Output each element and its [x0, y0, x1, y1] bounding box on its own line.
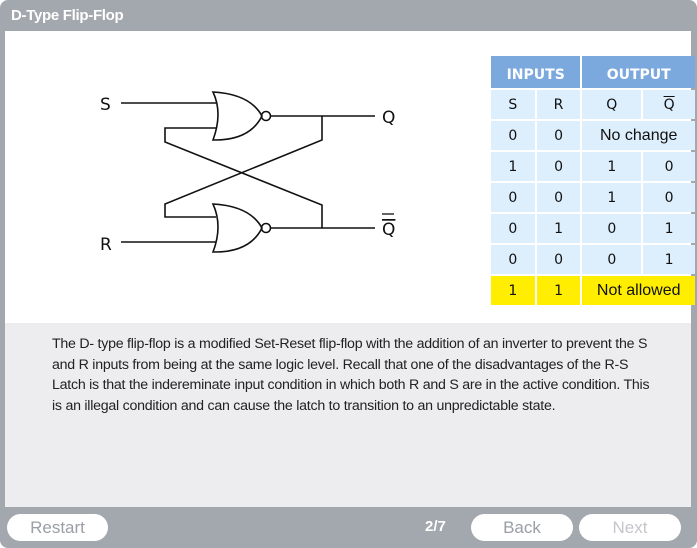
column-header-row: S R Q Q — [491, 90, 695, 119]
cell-r: 0 — [536, 121, 581, 150]
cell-no-change: No change — [582, 121, 695, 150]
header-output: OUTPUT — [582, 56, 695, 88]
cell-q: 1 — [582, 152, 642, 181]
table-row: 0 1 0 1 — [491, 214, 695, 243]
cell-qbar: 0 — [643, 152, 695, 181]
header-inputs: INPUTS — [491, 56, 581, 88]
cell-s: 0 — [491, 121, 535, 150]
window-frame: D-Type Flip-Flop S R Q Q INPUTS OUTPUT S… — [0, 0, 697, 548]
nor-gate-top — [211, 91, 263, 141]
label-s: S — [100, 95, 111, 115]
table-row: 1 0 1 0 — [491, 152, 695, 181]
feedback-wire-2 — [164, 116, 323, 218]
label-r: R — [100, 235, 112, 255]
label-q: Q — [382, 108, 395, 128]
table-row: 0 0 No change — [491, 121, 695, 150]
page-indicator: 2/7 — [425, 518, 446, 535]
cell-s: 0 — [491, 214, 535, 243]
col-s: S — [491, 90, 535, 119]
label-qbar: Q — [382, 220, 395, 240]
description-panel: The D- type flip-flop is a modified Set-… — [5, 323, 691, 507]
cell-q: 0 — [582, 245, 642, 274]
table-row-not-allowed: 1 1 Not allowed — [491, 276, 695, 305]
cell-not-allowed: Not allowed — [582, 276, 695, 305]
col-qbar: Q — [643, 90, 695, 119]
cell-r: 1 — [536, 276, 581, 305]
col-r: R — [536, 90, 581, 119]
cell-s: 0 — [491, 245, 535, 274]
cell-r: 1 — [536, 214, 581, 243]
cell-s: 0 — [491, 183, 535, 212]
col-q: Q — [582, 90, 642, 119]
sr-latch-diagram: S R Q Q — [100, 91, 395, 255]
cell-q: 1 — [582, 183, 642, 212]
next-button[interactable]: Next — [579, 514, 681, 541]
feedback-wire-1 — [164, 127, 323, 228]
table-row: 0 0 1 0 — [491, 183, 695, 212]
nor-gate-bottom — [211, 203, 263, 253]
cell-q: 0 — [582, 214, 642, 243]
cell-qbar: 1 — [643, 245, 695, 274]
cell-s: 1 — [491, 152, 535, 181]
table-row: 0 0 0 1 — [491, 245, 695, 274]
cell-qbar: 0 — [643, 183, 695, 212]
cell-r: 0 — [536, 152, 581, 181]
truth-table: INPUTS OUTPUT S R Q Q 0 0 No change 1 0 … — [489, 54, 697, 307]
back-button[interactable]: Back — [471, 514, 573, 541]
description-text: The D- type flip-flop is a modified Set-… — [52, 336, 650, 414]
cell-s: 1 — [491, 276, 535, 305]
window-title: D-Type Flip-Flop — [11, 7, 124, 24]
cell-r: 0 — [536, 183, 581, 212]
cell-r: 0 — [536, 245, 581, 274]
cell-qbar: 1 — [643, 214, 695, 243]
restart-button[interactable]: Restart — [7, 514, 108, 541]
group-header-row: INPUTS OUTPUT — [491, 56, 695, 88]
